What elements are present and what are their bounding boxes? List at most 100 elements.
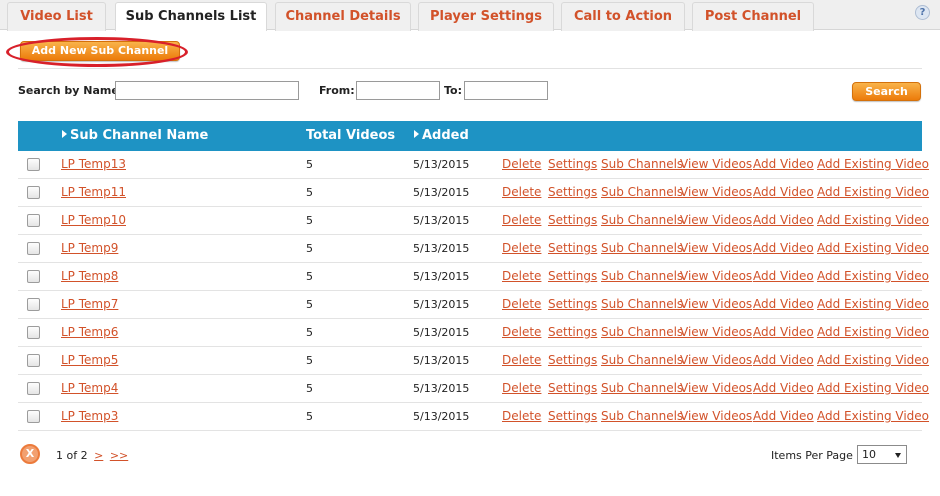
add-existing-video-link[interactable]: Add Existing Video <box>817 151 929 178</box>
settings-link[interactable]: Settings <box>548 375 597 402</box>
delete-link[interactable]: Delete <box>502 403 541 430</box>
row-checkbox[interactable] <box>27 214 40 227</box>
add-existing-video-link[interactable]: Add Existing Video <box>817 319 929 346</box>
add-existing-video-link[interactable]: Add Existing Video <box>817 291 929 318</box>
view-videos-link[interactable]: View Videos <box>680 151 752 178</box>
view-videos-link[interactable]: View Videos <box>680 179 752 206</box>
delete-link[interactable]: Delete <box>502 207 541 234</box>
add-existing-video-link[interactable]: Add Existing Video <box>817 179 929 206</box>
view-videos-link[interactable]: View Videos <box>680 263 752 290</box>
settings-link[interactable]: Settings <box>548 263 597 290</box>
add-new-sub-channel-button[interactable]: Add New Sub Channel <box>20 41 180 61</box>
add-existing-video-link[interactable]: Add Existing Video <box>817 375 929 402</box>
sub-channels-link[interactable]: Sub Channels <box>601 207 683 234</box>
row-checkbox[interactable] <box>27 158 40 171</box>
search-button[interactable]: Search <box>852 82 921 101</box>
add-video-link[interactable]: Add Video <box>753 151 814 178</box>
add-video-link[interactable]: Add Video <box>753 403 814 430</box>
sub-channel-name-link[interactable]: LP Temp3 <box>61 403 118 430</box>
from-date-input[interactable] <box>356 81 440 100</box>
to-date-input[interactable] <box>464 81 548 100</box>
view-videos-link[interactable]: View Videos <box>680 403 752 430</box>
settings-link[interactable]: Settings <box>548 291 597 318</box>
tab-sub-channels-list[interactable]: Sub Channels List <box>115 2 267 32</box>
row-checkbox[interactable] <box>27 298 40 311</box>
tab-channel-details[interactable]: Channel Details <box>275 2 411 31</box>
tab-call-to-action[interactable]: Call to Action <box>561 2 685 31</box>
row-checkbox[interactable] <box>27 410 40 423</box>
sub-channels-link[interactable]: Sub Channels <box>601 319 683 346</box>
row-checkbox[interactable] <box>27 354 40 367</box>
view-videos-link[interactable]: View Videos <box>680 291 752 318</box>
delete-link[interactable]: Delete <box>502 347 541 374</box>
sub-channel-name-link[interactable]: LP Temp6 <box>61 319 118 346</box>
tab-post-channel[interactable]: Post Channel <box>692 2 814 31</box>
help-icon[interactable]: ? <box>915 5 930 20</box>
sub-channels-link[interactable]: Sub Channels <box>601 375 683 402</box>
settings-link[interactable]: Settings <box>548 319 597 346</box>
delete-link[interactable]: Delete <box>502 319 541 346</box>
add-video-link[interactable]: Add Video <box>753 291 814 318</box>
add-video-link[interactable]: Add Video <box>753 347 814 374</box>
settings-link[interactable]: Settings <box>548 207 597 234</box>
next-page-link[interactable]: > <box>94 449 103 462</box>
add-existing-video-link[interactable]: Add Existing Video <box>817 263 929 290</box>
delete-link[interactable]: Delete <box>502 291 541 318</box>
sub-channel-name-link[interactable]: LP Temp11 <box>61 179 126 206</box>
search-name-input[interactable] <box>115 81 299 100</box>
delete-link[interactable]: Delete <box>502 235 541 262</box>
row-checkbox[interactable] <box>27 270 40 283</box>
view-videos-link[interactable]: View Videos <box>680 347 752 374</box>
sub-channels-link[interactable]: Sub Channels <box>601 151 683 178</box>
tab-player-settings[interactable]: Player Settings <box>418 2 554 31</box>
sub-channels-link[interactable]: Sub Channels <box>601 235 683 262</box>
settings-link[interactable]: Settings <box>548 235 597 262</box>
view-videos-link[interactable]: View Videos <box>680 319 752 346</box>
pager: 1 of 2 > >> <box>56 449 128 462</box>
view-videos-link[interactable]: View Videos <box>680 235 752 262</box>
view-videos-link[interactable]: View Videos <box>680 375 752 402</box>
sub-channels-link[interactable]: Sub Channels <box>601 403 683 430</box>
delete-link[interactable]: Delete <box>502 151 541 178</box>
row-checkbox[interactable] <box>27 186 40 199</box>
sub-channels-link[interactable]: Sub Channels <box>601 263 683 290</box>
close-circle-icon[interactable]: X <box>20 444 40 464</box>
add-video-link[interactable]: Add Video <box>753 263 814 290</box>
sub-channel-name-link[interactable]: LP Temp10 <box>61 207 126 234</box>
add-existing-video-link[interactable]: Add Existing Video <box>817 235 929 262</box>
sub-channels-link[interactable]: Sub Channels <box>601 347 683 374</box>
items-per-page-select[interactable]: 10 <box>857 445 907 464</box>
sub-channel-name-link[interactable]: LP Temp5 <box>61 347 118 374</box>
row-checkbox[interactable] <box>27 326 40 339</box>
settings-link[interactable]: Settings <box>548 151 597 178</box>
settings-link[interactable]: Settings <box>548 403 597 430</box>
settings-link[interactable]: Settings <box>548 179 597 206</box>
add-existing-video-link[interactable]: Add Existing Video <box>817 347 929 374</box>
sub-channels-link[interactable]: Sub Channels <box>601 291 683 318</box>
table-row: LP Temp4 5 5/13/2015 Delete Settings Sub Chan… <box>18 375 929 403</box>
last-page-link[interactable]: >> <box>110 449 128 462</box>
sub-channel-name-link[interactable]: LP Temp8 <box>61 263 118 290</box>
settings-link[interactable]: Settings <box>548 347 597 374</box>
delete-link[interactable]: Delete <box>502 375 541 402</box>
header-sub-channel-name[interactable]: Sub Channel Name <box>62 121 208 151</box>
add-existing-video-link[interactable]: Add Existing Video <box>817 403 929 430</box>
delete-link[interactable]: Delete <box>502 263 541 290</box>
tab-video-list[interactable]: Video List <box>7 2 106 31</box>
sub-channel-name-link[interactable]: LP Temp9 <box>61 235 118 262</box>
add-video-link[interactable]: Add Video <box>753 207 814 234</box>
add-video-link[interactable]: Add Video <box>753 179 814 206</box>
add-existing-video-link[interactable]: Add Existing Video <box>817 207 929 234</box>
delete-link[interactable]: Delete <box>502 179 541 206</box>
sub-channels-link[interactable]: Sub Channels <box>601 179 683 206</box>
header-added[interactable]: Added <box>414 121 469 151</box>
row-checkbox[interactable] <box>27 242 40 255</box>
view-videos-link[interactable]: View Videos <box>680 207 752 234</box>
add-video-link[interactable]: Add Video <box>753 319 814 346</box>
sub-channel-name-link[interactable]: LP Temp7 <box>61 291 118 318</box>
add-video-link[interactable]: Add Video <box>753 375 814 402</box>
sub-channel-name-link[interactable]: LP Temp13 <box>61 151 126 178</box>
sub-channel-name-link[interactable]: LP Temp4 <box>61 375 118 402</box>
add-video-link[interactable]: Add Video <box>753 235 814 262</box>
row-checkbox[interactable] <box>27 382 40 395</box>
